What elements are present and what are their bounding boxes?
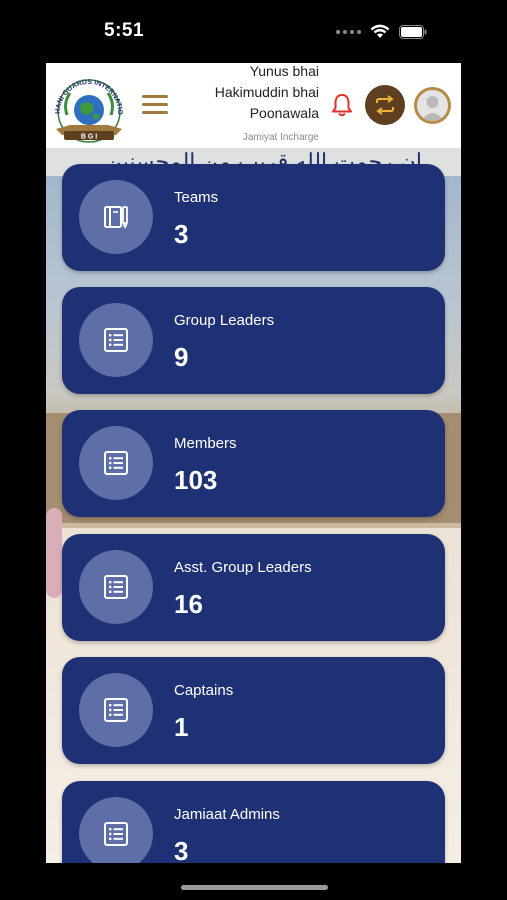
card-icon-circle [79, 673, 153, 747]
user-role: Jamiyat Incharge [242, 132, 319, 143]
bell-icon[interactable] [331, 92, 353, 118]
card-icon-circle [79, 426, 153, 500]
status-bar: 5:51 [0, 0, 507, 62]
user-name: Yunus bhai Hakimuddin bhai Poonawala [169, 63, 319, 124]
stat-label: Jamiaat Admins [174, 806, 280, 823]
flowers [46, 508, 62, 598]
stat-label: Asst. Group Leaders [174, 559, 312, 576]
stat-card-teams[interactable]: Teams 3 [62, 164, 445, 271]
card-icon-circle [79, 303, 153, 377]
stat-label: Teams [174, 189, 219, 206]
stat-value: 1 [174, 712, 189, 742]
svg-text:B G I: B G I [81, 134, 97, 141]
stat-value: 103 [174, 465, 218, 495]
stat-card-asst-group-leaders[interactable]: Asst. Group Leaders 16 [62, 534, 445, 641]
logo[interactable]: BURHANI GUARDS INTERNATIONAL B G I [50, 73, 128, 147]
stat-value: 3 [174, 219, 189, 249]
stat-card-group-leaders[interactable]: Group Leaders 9 [62, 287, 445, 394]
stat-label: Group Leaders [174, 312, 275, 329]
stat-card-jamiaat-admins[interactable]: Jamiaat Admins 3 [62, 781, 445, 863]
app-screen: إن رحمت الله قريب من المحسنين BURHANI GU… [46, 63, 461, 863]
list-icon [104, 451, 128, 475]
user-name-line: Hakimuddin bhai [214, 84, 319, 100]
app-header: BURHANI GUARDS INTERNATIONAL B G I Yunus… [46, 63, 461, 148]
list-icon [104, 328, 128, 352]
card-icon-circle [79, 797, 153, 863]
list-icon [104, 575, 128, 599]
stat-label: Captains [174, 682, 234, 699]
list-icon [104, 698, 128, 722]
user-name-line: Yunus bhai [249, 63, 319, 79]
home-indicator[interactable] [181, 885, 328, 890]
cellular-signal-icon [336, 29, 361, 34]
stat-card-members[interactable]: Members 103 [62, 410, 445, 517]
status-time: 5:51 [104, 20, 145, 41]
card-icon-circle [79, 550, 153, 624]
avatar[interactable] [414, 87, 451, 124]
stat-value: 3 [174, 836, 189, 863]
stat-value: 16 [174, 589, 203, 619]
switch-role-button[interactable] [365, 85, 405, 125]
menu-icon[interactable] [142, 93, 168, 115]
wifi-icon [370, 24, 390, 38]
card-icon-circle [79, 180, 153, 254]
swap-arrows-icon [376, 95, 394, 115]
stat-label: Members [174, 435, 237, 452]
status-icons [336, 24, 427, 39]
notebook-icon [104, 206, 128, 230]
user-name-line: Poonawala [249, 105, 319, 121]
stat-card-captains[interactable]: Captains 1 [62, 657, 445, 764]
battery-icon [399, 24, 427, 39]
user-icon [421, 96, 444, 121]
stat-value: 9 [174, 342, 189, 372]
list-icon [104, 822, 128, 846]
